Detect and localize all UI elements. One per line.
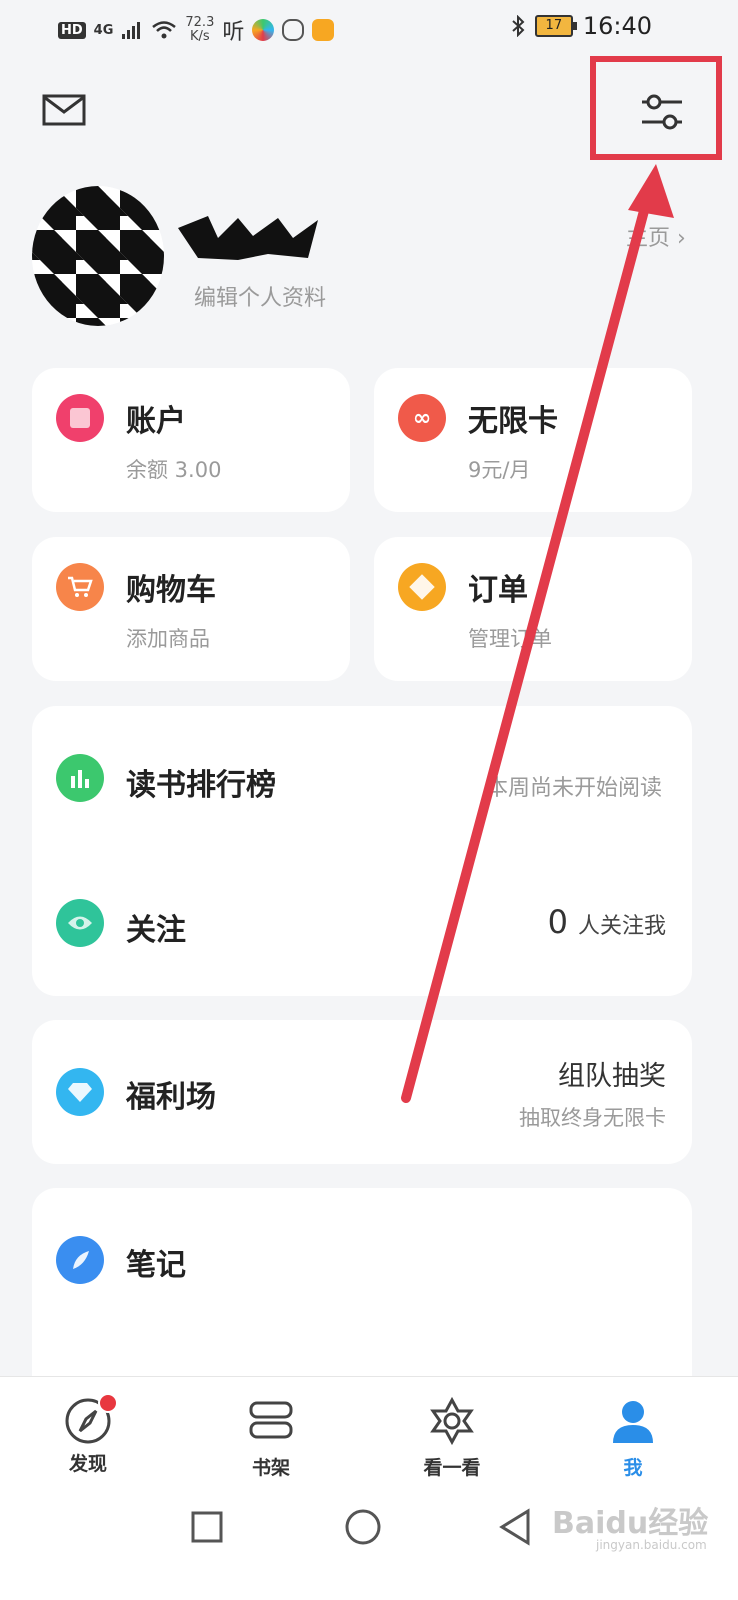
welfare-title: 福利场 <box>126 1080 216 1115</box>
ranking-status: 本周尚未开始阅读 <box>485 776 662 801</box>
redacted-nickname <box>178 216 318 260</box>
star-icon <box>430 1396 474 1446</box>
status-bar: HD 4G 72.3 K/s 听 17 16:40 <box>0 0 738 56</box>
team-draw-label: 组队抽奖 <box>558 1061 666 1092</box>
baidu-watermark: Baidu经验 <box>552 1506 709 1541</box>
cart-icon <box>56 563 104 611</box>
follower-label: 人关注我 <box>577 914 666 939</box>
orders-icon <box>398 563 446 611</box>
welfare-card[interactable]: 福利场 组队抽奖 抽取终身无限卡 <box>32 1020 692 1164</box>
home-icon[interactable] <box>344 1508 382 1546</box>
person-icon <box>613 1401 653 1443</box>
orders-title: 订单 <box>468 573 528 608</box>
wallet-icon <box>56 394 104 442</box>
listen-app-icon: 听 <box>222 20 245 45</box>
watermark-url: jingyan.baidu.com <box>596 1538 707 1552</box>
avatar[interactable] <box>32 186 164 326</box>
nav-look-label: 看一看 <box>423 1457 481 1479</box>
nav-discover[interactable]: 发现 <box>28 1393 148 1476</box>
nav-discover-label: 发现 <box>68 1453 107 1475</box>
battery-indicator: 17 <box>534 15 577 37</box>
nav-look[interactable]: 看一看 <box>392 1396 512 1480</box>
bottom-nav: 发现 书架 看一看 我 <box>0 1376 738 1501</box>
follow-row[interactable]: 关注 0 人关注我 <box>32 851 692 996</box>
colorful-app-icon <box>252 19 275 41</box>
account-card[interactable]: 账户 余额 3.00 <box>32 368 350 512</box>
back-icon[interactable] <box>498 1508 532 1546</box>
unlimited-price: 9元/月 <box>468 458 531 482</box>
notification-dot <box>98 1393 118 1413</box>
nav-me[interactable]: 我 <box>573 1397 693 1480</box>
hd-badge: HD <box>58 21 86 39</box>
homepage-link[interactable]: 主页 › <box>626 220 686 252</box>
unlimited-card[interactable]: ∞ 无限卡 9元/月 <box>374 368 692 512</box>
account-balance: 余额 3.00 <box>126 458 222 482</box>
status-right: 17 16:40 <box>511 12 652 40</box>
account-title: 账户 <box>126 404 186 439</box>
settings-sliders-icon[interactable] <box>640 92 684 132</box>
bookshelf-icon <box>249 1401 293 1439</box>
ranking-title: 读书排行榜 <box>126 768 276 803</box>
orders-subtitle: 管理订单 <box>468 627 552 651</box>
cart-title: 购物车 <box>126 573 216 608</box>
status-left: HD 4G 72.3 K/s 听 <box>58 14 335 46</box>
notes-title: 笔记 <box>126 1248 186 1283</box>
mail-icon[interactable] <box>42 94 86 126</box>
bar-chart-icon <box>56 754 104 802</box>
orders-card[interactable]: 订单 管理订单 <box>374 537 692 681</box>
ranking-row[interactable]: 读书排行榜 本周尚未开始阅读 <box>32 706 692 851</box>
follower-count: 0 人关注我 <box>548 903 666 941</box>
nav-bookshelf[interactable]: 书架 <box>211 1397 331 1480</box>
clock: 16:40 <box>582 12 652 40</box>
infinity-icon: ∞ <box>398 394 446 442</box>
diamond-icon <box>56 1068 104 1116</box>
video-app-icon <box>312 19 335 41</box>
edit-profile-link[interactable]: 编辑个人资料 <box>194 280 326 312</box>
nav-me-label: 我 <box>623 1457 643 1479</box>
signal-icon <box>122 22 141 39</box>
chevron-right-icon: › <box>670 226 686 251</box>
cart-card[interactable]: 购物车 添加商品 <box>32 537 350 681</box>
network-speed: 72.3 K/s <box>185 15 215 44</box>
cart-subtitle: 添加商品 <box>126 627 210 651</box>
recent-apps-icon[interactable] <box>190 1510 224 1544</box>
feather-icon <box>56 1236 104 1284</box>
follow-title: 关注 <box>126 913 186 948</box>
wifi-icon <box>152 21 177 39</box>
lifetime-card-label: 抽取终身无限卡 <box>519 1106 666 1130</box>
eye-icon <box>56 899 104 947</box>
unlimited-title: 无限卡 <box>468 404 558 439</box>
bluetooth-icon <box>512 15 525 37</box>
network-indicator: 4G <box>93 22 114 38</box>
nav-bookshelf-label: 书架 <box>251 1457 290 1479</box>
ranking-follow-card: 读书排行榜 本周尚未开始阅读 关注 0 人关注我 <box>32 706 692 996</box>
follower-number: 0 <box>547 903 568 941</box>
shield-app-icon <box>282 19 305 41</box>
